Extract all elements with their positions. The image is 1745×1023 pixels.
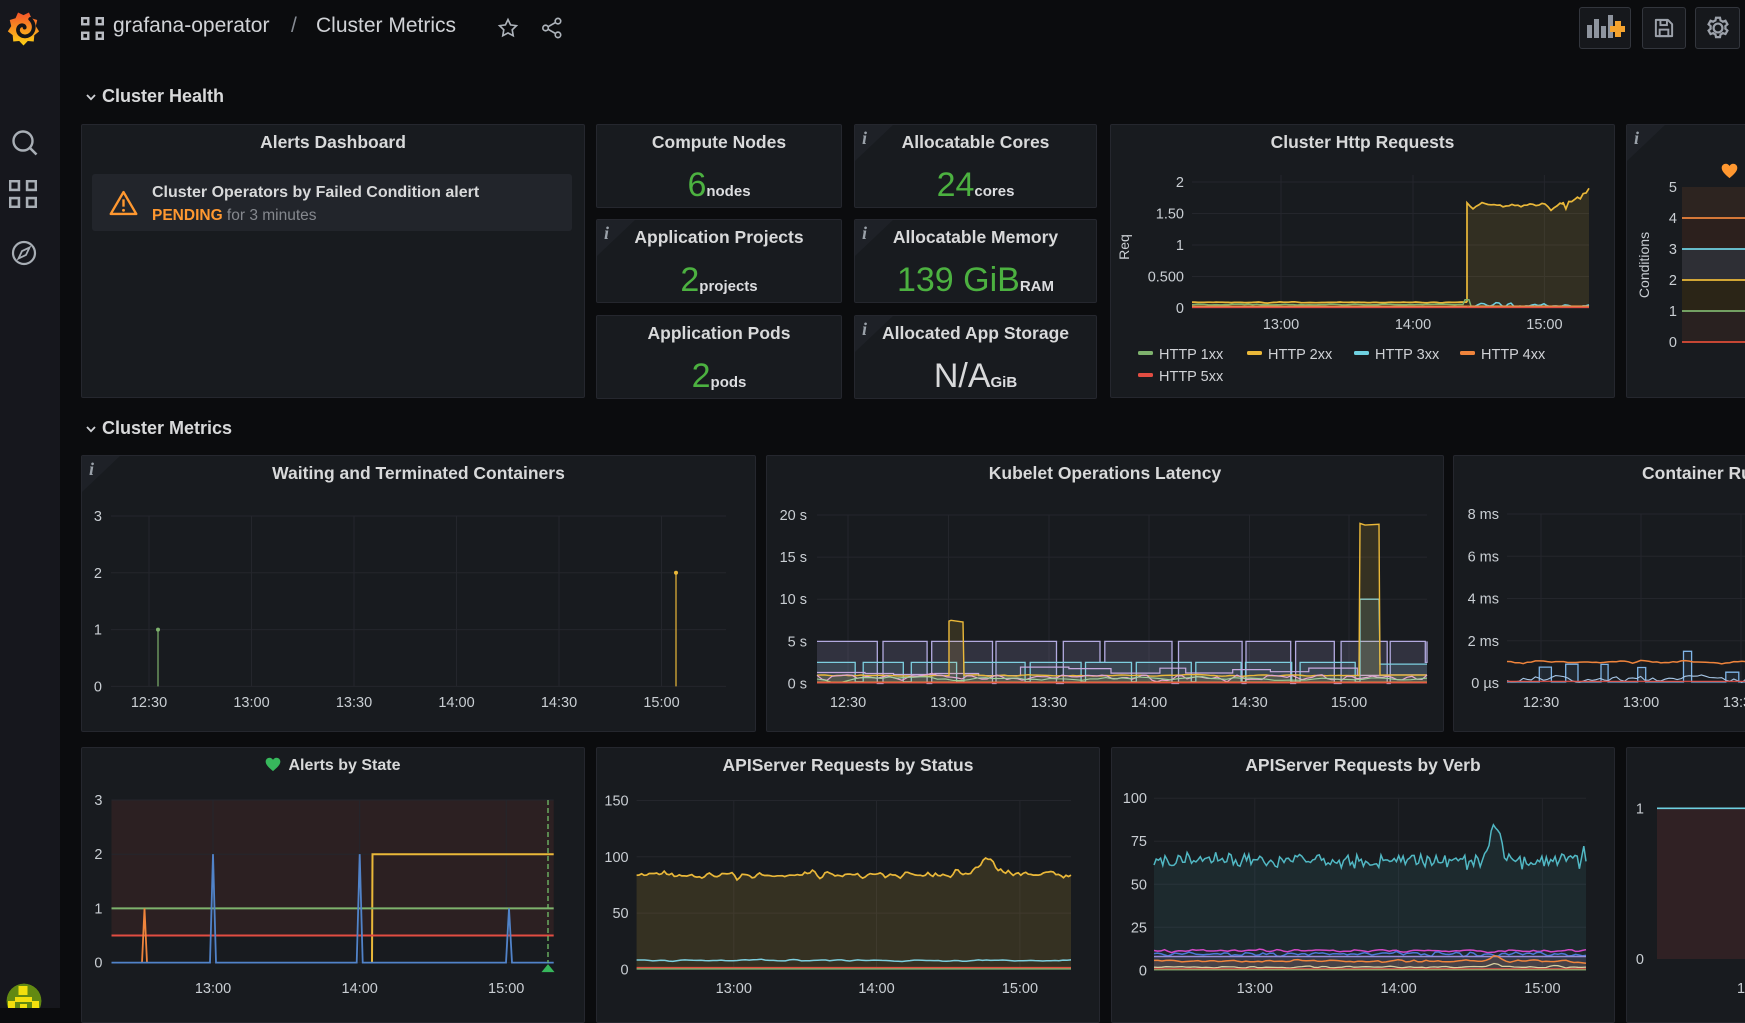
svg-text:0: 0 bbox=[621, 962, 629, 978]
svg-text:0: 0 bbox=[94, 956, 102, 972]
svg-text:4 ms: 4 ms bbox=[1468, 592, 1499, 608]
svg-text:1: 1 bbox=[94, 623, 102, 639]
svg-text:0 s: 0 s bbox=[788, 676, 807, 692]
svg-text:13:00: 13:00 bbox=[195, 981, 231, 997]
svg-text:50: 50 bbox=[612, 906, 628, 922]
svg-text:12:30: 12:30 bbox=[1523, 695, 1559, 711]
svg-text:15:00: 15:00 bbox=[1526, 317, 1562, 333]
svg-text:0: 0 bbox=[1139, 963, 1147, 979]
svg-text:100: 100 bbox=[1123, 791, 1147, 807]
svg-text:14:00: 14:00 bbox=[858, 981, 894, 997]
svg-text:2: 2 bbox=[94, 847, 102, 863]
svg-text:5 s: 5 s bbox=[788, 634, 807, 650]
svg-text:15 s: 15 s bbox=[780, 550, 807, 566]
svg-text:15:00: 15:00 bbox=[488, 981, 524, 997]
svg-text:50: 50 bbox=[1131, 877, 1147, 893]
svg-text:15:00: 15:00 bbox=[1002, 981, 1038, 997]
svg-text:13:00: 13:00 bbox=[930, 695, 966, 711]
svg-text:HTTP 1xx: HTTP 1xx bbox=[1159, 347, 1224, 363]
svg-text:0.500: 0.500 bbox=[1148, 270, 1184, 286]
svg-text:0 µs: 0 µs bbox=[1471, 676, 1499, 692]
svg-text:4: 4 bbox=[1669, 211, 1677, 227]
svg-text:14:00: 14:00 bbox=[342, 981, 378, 997]
svg-text:0: 0 bbox=[1176, 301, 1184, 317]
svg-text:15:00: 15:00 bbox=[643, 695, 679, 711]
svg-text:13:30: 13:30 bbox=[336, 695, 372, 711]
svg-text:HTTP 4xx: HTTP 4xx bbox=[1481, 347, 1546, 363]
svg-text:8 ms: 8 ms bbox=[1468, 507, 1499, 523]
svg-text:25: 25 bbox=[1131, 920, 1147, 936]
svg-text:1: 1 bbox=[1176, 238, 1184, 254]
svg-text:Conditions: Conditions bbox=[1636, 232, 1652, 298]
svg-text:13:00: 13:00 bbox=[1263, 317, 1299, 333]
svg-text:13:00: 13:00 bbox=[1623, 695, 1659, 711]
svg-text:HTTP 2xx: HTTP 2xx bbox=[1268, 347, 1333, 363]
svg-text:1: 1 bbox=[1669, 304, 1677, 320]
svg-text:1: 1 bbox=[1737, 981, 1745, 997]
svg-text:Req: Req bbox=[1116, 234, 1132, 260]
svg-text:2 ms: 2 ms bbox=[1468, 634, 1499, 650]
svg-text:14:00: 14:00 bbox=[1380, 981, 1416, 997]
svg-text:1: 1 bbox=[94, 901, 102, 917]
svg-text:14:30: 14:30 bbox=[541, 695, 577, 711]
svg-text:15:00: 15:00 bbox=[1331, 695, 1367, 711]
svg-text:6 ms: 6 ms bbox=[1468, 549, 1499, 565]
svg-text:0: 0 bbox=[1669, 335, 1677, 351]
svg-text:0: 0 bbox=[1636, 952, 1644, 968]
svg-text:100: 100 bbox=[604, 850, 628, 866]
svg-text:14:00: 14:00 bbox=[438, 695, 474, 711]
svg-text:13:00: 13:00 bbox=[716, 981, 752, 997]
svg-text:5: 5 bbox=[1669, 180, 1677, 196]
svg-text:0: 0 bbox=[94, 679, 102, 695]
svg-text:3: 3 bbox=[94, 793, 102, 809]
svg-text:HTTP 5xx: HTTP 5xx bbox=[1159, 369, 1224, 385]
svg-text:2: 2 bbox=[1176, 175, 1184, 191]
svg-text:14:30: 14:30 bbox=[1231, 695, 1267, 711]
svg-text:10 s: 10 s bbox=[780, 592, 807, 608]
svg-text:1.50: 1.50 bbox=[1156, 207, 1184, 223]
svg-text:13:30: 13:30 bbox=[1723, 695, 1745, 711]
svg-text:3: 3 bbox=[1669, 242, 1677, 258]
svg-text:150: 150 bbox=[604, 794, 628, 810]
svg-text:14:00: 14:00 bbox=[1395, 317, 1431, 333]
svg-text:14:00: 14:00 bbox=[1131, 695, 1167, 711]
svg-text:13:00: 13:00 bbox=[1237, 981, 1273, 997]
svg-text:12:30: 12:30 bbox=[830, 695, 866, 711]
svg-text:HTTP 3xx: HTTP 3xx bbox=[1375, 347, 1440, 363]
svg-text:15:00: 15:00 bbox=[1524, 981, 1560, 997]
svg-text:1: 1 bbox=[1636, 801, 1644, 817]
svg-text:3: 3 bbox=[94, 509, 102, 525]
svg-text:20 s: 20 s bbox=[780, 508, 807, 524]
svg-text:2: 2 bbox=[94, 566, 102, 582]
svg-text:13:30: 13:30 bbox=[1031, 695, 1067, 711]
svg-text:2: 2 bbox=[1669, 273, 1677, 289]
svg-text:13:00: 13:00 bbox=[233, 695, 269, 711]
svg-text:12:30: 12:30 bbox=[131, 695, 167, 711]
svg-text:75: 75 bbox=[1131, 834, 1147, 850]
